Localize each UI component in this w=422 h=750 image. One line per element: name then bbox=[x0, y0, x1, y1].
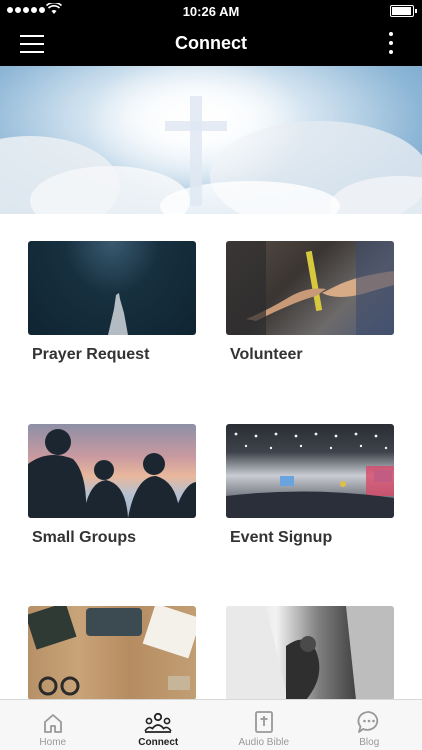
home-icon bbox=[43, 714, 62, 733]
prayer-request-image bbox=[28, 241, 196, 335]
tab-label: Blog bbox=[359, 737, 380, 748]
status-time: 10:26 AM bbox=[182, 4, 240, 19]
card-event-signup[interactable]: Event Signup bbox=[226, 424, 394, 547]
tab-audio-bible[interactable]: Audio Bible bbox=[211, 700, 317, 750]
holding-hands-image bbox=[226, 606, 394, 700]
card-label: Volunteer bbox=[230, 346, 303, 363]
tab-label: Audio Bible bbox=[238, 737, 290, 748]
card-prayer-request[interactable]: Prayer Request bbox=[28, 241, 196, 364]
card-partial-right[interactable] bbox=[226, 606, 394, 711]
card-label: Prayer Request bbox=[32, 346, 150, 363]
small-groups-image bbox=[28, 424, 196, 518]
tab-blog[interactable]: Blog bbox=[317, 700, 422, 750]
card-volunteer[interactable]: Volunteer bbox=[226, 241, 394, 364]
volunteer-image bbox=[226, 241, 394, 335]
tab-label: Connect bbox=[138, 737, 179, 748]
hero-banner-image bbox=[0, 66, 422, 214]
navigation-bar: Connect bbox=[0, 22, 422, 66]
battery-icon bbox=[390, 5, 417, 17]
card-label: Small Groups bbox=[32, 529, 137, 546]
card-partial-left[interactable] bbox=[28, 606, 196, 711]
bottom-tab-bar: Home Connect Audio Bible Blog bbox=[0, 699, 422, 750]
more-options-icon[interactable] bbox=[388, 32, 394, 56]
tab-label: Home bbox=[39, 737, 67, 748]
status-bar: 10:26 AM bbox=[0, 0, 422, 22]
tab-connect[interactable]: Connect bbox=[106, 700, 212, 750]
bible-icon bbox=[254, 711, 273, 733]
people-icon bbox=[144, 712, 172, 733]
desk-typewriter-image bbox=[28, 606, 196, 700]
tab-home[interactable]: Home bbox=[0, 700, 106, 750]
event-signup-image bbox=[226, 424, 394, 518]
card-label: Event Signup bbox=[230, 529, 333, 546]
chat-icon bbox=[357, 711, 379, 733]
page-title: Connect bbox=[175, 33, 247, 53]
card-small-groups[interactable]: Small Groups bbox=[28, 424, 196, 547]
